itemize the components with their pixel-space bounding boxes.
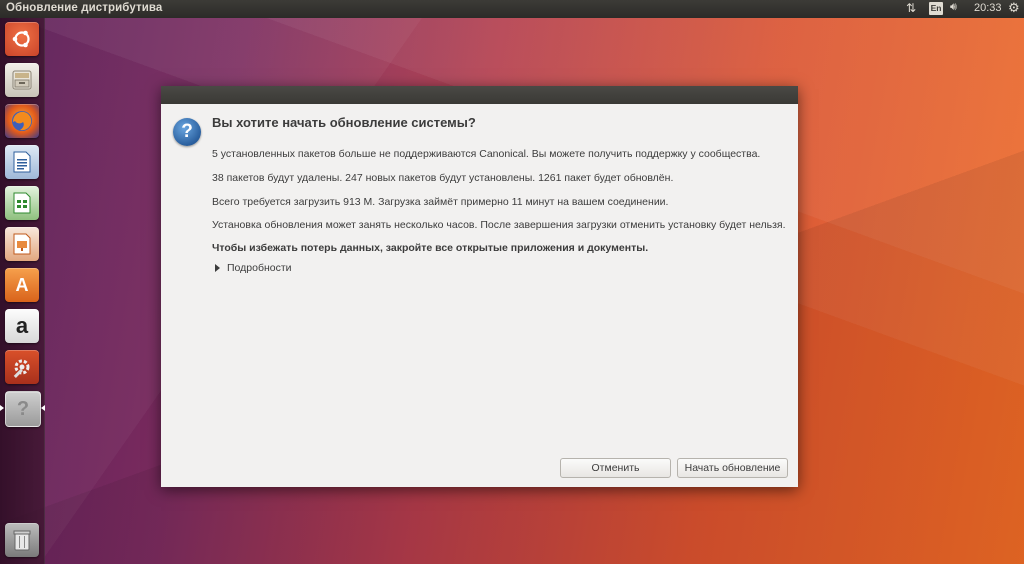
amazon-icon: a bbox=[15, 313, 29, 338]
dialog-heading: Вы хотите начать обновление системы? bbox=[212, 115, 476, 130]
clock[interactable]: 20:33 bbox=[974, 2, 1002, 14]
ubuntu-logo-icon bbox=[12, 30, 30, 48]
writer-icon bbox=[13, 151, 31, 173]
unsupported-packages-text: 5 установленных пакетов больше не поддер… bbox=[212, 148, 761, 160]
duration-warning-text: Установка обновления может занять нескол… bbox=[212, 219, 786, 231]
launcher-writer-button[interactable] bbox=[5, 145, 39, 179]
launcher: A a ? bbox=[0, 18, 45, 564]
upgrade-dialog: ? Вы хотите начать обновление системы? 5… bbox=[161, 86, 798, 487]
wrench-gear-icon bbox=[13, 359, 30, 378]
top-panel: Обновление дистрибутива ⇅ En 🔊︎ 20:33 ⚙ bbox=[0, 0, 1024, 18]
dialog-titlebar[interactable] bbox=[161, 86, 798, 104]
launcher-amazon-button[interactable]: a bbox=[5, 309, 39, 343]
launcher-software-button[interactable]: A bbox=[5, 268, 39, 302]
keyboard-language-indicator[interactable]: En bbox=[929, 2, 943, 15]
launcher-trash-button[interactable] bbox=[5, 523, 39, 557]
package-changes-text: 38 пакетов будут удалены. 247 новых паке… bbox=[212, 172, 674, 184]
settings-gear-icon[interactable]: ⚙ bbox=[1008, 0, 1020, 16]
close-apps-warning-text: Чтобы избежать потерь данных, закройте в… bbox=[212, 242, 649, 254]
trash-icon bbox=[13, 530, 31, 551]
window-title: Обновление дистрибутива bbox=[6, 2, 163, 14]
launcher-unknown-app-button[interactable]: ? bbox=[5, 391, 41, 427]
firefox-icon bbox=[12, 111, 32, 131]
question-icon: ? bbox=[173, 118, 201, 146]
focused-indicator-icon bbox=[41, 405, 45, 411]
impress-icon bbox=[13, 233, 31, 255]
details-label: Подробности bbox=[227, 262, 292, 274]
launcher-calc-button[interactable] bbox=[5, 186, 39, 220]
expander-arrow-icon bbox=[215, 264, 220, 272]
launcher-files-button[interactable] bbox=[5, 63, 39, 97]
question-mark-icon: ? bbox=[16, 397, 30, 420]
file-cabinet-icon bbox=[12, 70, 32, 90]
start-upgrade-button[interactable]: Начать обновление bbox=[677, 458, 788, 478]
calc-icon bbox=[13, 192, 31, 214]
network-icon[interactable]: ⇅ bbox=[906, 1, 916, 15]
details-expander[interactable]: Подробности bbox=[215, 262, 292, 274]
launcher-impress-button[interactable] bbox=[5, 227, 39, 261]
launcher-dash-button[interactable] bbox=[5, 22, 39, 56]
download-size-text: Всего требуется загрузить 913 М. Загрузк… bbox=[212, 196, 669, 208]
volume-icon[interactable]: 🔊︎ bbox=[950, 1, 957, 14]
cancel-button[interactable]: Отменить bbox=[560, 458, 671, 478]
launcher-settings-button[interactable] bbox=[5, 350, 39, 384]
launcher-firefox-button[interactable] bbox=[5, 104, 39, 138]
running-indicator-icon bbox=[0, 405, 4, 411]
software-bag-icon: A bbox=[15, 274, 29, 295]
